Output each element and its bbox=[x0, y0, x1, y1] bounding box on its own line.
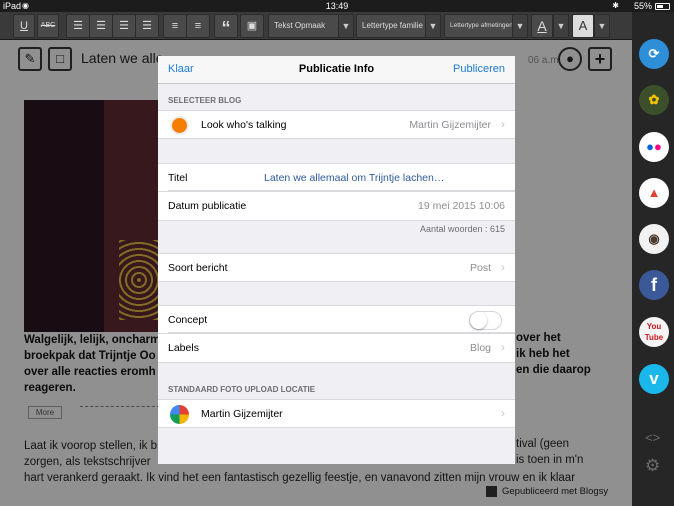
justify-button[interactable]: ☰ bbox=[135, 14, 159, 38]
align-right-icon: ☰ bbox=[119, 20, 129, 32]
toggle-knob bbox=[470, 312, 487, 329]
dialog-navbar: Klaar Publicatie Info Publiceren bbox=[158, 56, 515, 84]
formatting-toolbar: U ABC ☰ ☰ ☰ ☰ ≡ ≡ “ ▣ Tekst Opmaak ▼ Let… bbox=[0, 12, 632, 40]
blog-select-row[interactable]: Look who's talking Martin Gijzemijter › bbox=[158, 110, 515, 139]
html-view-icon[interactable]: <> bbox=[645, 430, 660, 445]
section-select-blog: SELECTEER BLOG bbox=[168, 96, 242, 105]
blog-owner: Martin Gijzemijter bbox=[409, 119, 491, 131]
bullet-list-icon: ≡ bbox=[171, 20, 179, 32]
picasa-icon[interactable]: ▲ bbox=[639, 178, 669, 208]
title-row[interactable]: Titel Laten we allemaal om Trijntje lach… bbox=[158, 163, 515, 192]
publish-button[interactable]: Publiceren bbox=[453, 63, 505, 75]
numbered-list-button[interactable]: ≡ bbox=[186, 14, 210, 38]
title-label: Titel bbox=[168, 172, 188, 184]
code-block-icon: ▣ bbox=[246, 20, 258, 32]
battery-icon bbox=[655, 3, 670, 10]
blogsy-icon[interactable]: ⟳ bbox=[639, 39, 669, 69]
blog-name: Look who's talking bbox=[201, 119, 287, 131]
strikethrough-button[interactable]: ABC bbox=[37, 14, 59, 38]
settings-gear-icon[interactable]: ⚙ bbox=[645, 456, 660, 476]
chevron-down-icon[interactable]: ▼ bbox=[338, 14, 354, 38]
picasa-icon bbox=[170, 405, 189, 424]
post-type-value: Post bbox=[469, 262, 491, 274]
align-center-icon: ☰ bbox=[96, 20, 106, 32]
chevron-right-icon: › bbox=[501, 117, 505, 131]
publication-info-dialog: Klaar Publicatie Info Publiceren SELECTE… bbox=[158, 56, 515, 464]
service-sidebar: ⟳ ✿ ●● ▲ ◉ f You Tube v <> ⚙ bbox=[632, 12, 674, 506]
labels-label: Labels bbox=[168, 342, 199, 354]
date-row[interactable]: Datum publicatie 19 mei 2015 10:06 bbox=[158, 192, 515, 221]
word-count: Aantal woorden : 615 bbox=[419, 224, 505, 234]
blogger-icon bbox=[170, 116, 189, 135]
chevron-down-icon[interactable]: ▼ bbox=[512, 14, 528, 38]
font-size-select[interactable]: Lettertype afmetingen bbox=[444, 14, 514, 38]
instagram-icon[interactable]: ◉ bbox=[639, 224, 669, 254]
labels-value: Blog bbox=[469, 342, 491, 354]
vimeo-icon[interactable]: v bbox=[639, 364, 669, 394]
chevron-down-icon[interactable]: ▼ bbox=[594, 14, 610, 38]
chevron-right-icon: › bbox=[501, 406, 505, 420]
post-type-row[interactable]: Soort bericht Post › bbox=[158, 253, 515, 282]
row-divider bbox=[168, 332, 515, 333]
status-bar: iPad ◉ 13:49 ✱ 55% bbox=[0, 0, 674, 12]
date-value: 19 mei 2015 10:06 bbox=[418, 200, 505, 212]
align-left-icon: ☰ bbox=[73, 20, 83, 32]
align-center-button[interactable]: ☰ bbox=[89, 14, 113, 38]
flickr-icon[interactable]: ●● bbox=[639, 132, 669, 162]
align-right-button[interactable]: ☰ bbox=[112, 14, 136, 38]
underline-button[interactable]: U bbox=[13, 14, 35, 38]
chevron-down-icon[interactable]: ▼ bbox=[425, 14, 441, 38]
photo-location-row[interactable]: Martin Gijzemijter › bbox=[158, 399, 515, 428]
status-time: 13:49 bbox=[325, 1, 349, 11]
chevron-right-icon: › bbox=[501, 260, 505, 274]
background-color-button[interactable]: A bbox=[572, 14, 594, 38]
title-value[interactable]: Laten we allemaal om Trijntje lachen… bbox=[264, 172, 444, 184]
bluetooth-icon: ✱ bbox=[612, 1, 619, 10]
row-divider bbox=[168, 190, 515, 191]
chevron-down-icon[interactable]: ▼ bbox=[553, 14, 569, 38]
quote-button[interactable]: “ bbox=[214, 14, 238, 38]
concept-label: Concept bbox=[168, 314, 208, 326]
ipad-screen: iPad ◉ 13:49 ✱ 55% U ABC ☰ ☰ ☰ ☰ ≡ ≡ “ ▣… bbox=[0, 0, 674, 506]
numbered-list-icon: ≡ bbox=[194, 20, 202, 32]
sunflower-icon[interactable]: ✿ bbox=[639, 85, 669, 115]
bullet-list-button[interactable]: ≡ bbox=[163, 14, 187, 38]
date-label: Datum publicatie bbox=[168, 200, 247, 212]
code-block-button[interactable]: ▣ bbox=[240, 14, 264, 38]
font-color-button[interactable]: A bbox=[531, 14, 553, 38]
justify-icon: ☰ bbox=[142, 20, 152, 32]
chevron-right-icon: › bbox=[501, 340, 505, 354]
labels-row[interactable]: Labels Blog › bbox=[158, 334, 515, 363]
font-family-select[interactable]: Lettertype familie bbox=[356, 14, 426, 38]
post-type-label: Soort bericht bbox=[168, 262, 228, 274]
align-left-button[interactable]: ☰ bbox=[66, 14, 90, 38]
concept-toggle[interactable] bbox=[469, 311, 502, 330]
section-photo-upload: STANDAARD FOTO UPLOAD LOCATIE bbox=[168, 385, 316, 394]
battery-percent: 55% bbox=[633, 1, 652, 11]
facebook-icon[interactable]: f bbox=[639, 270, 669, 300]
youtube-icon[interactable]: You Tube bbox=[639, 317, 669, 347]
concept-row: Concept bbox=[158, 305, 515, 334]
photo-account: Martin Gijzemijter bbox=[201, 408, 283, 420]
